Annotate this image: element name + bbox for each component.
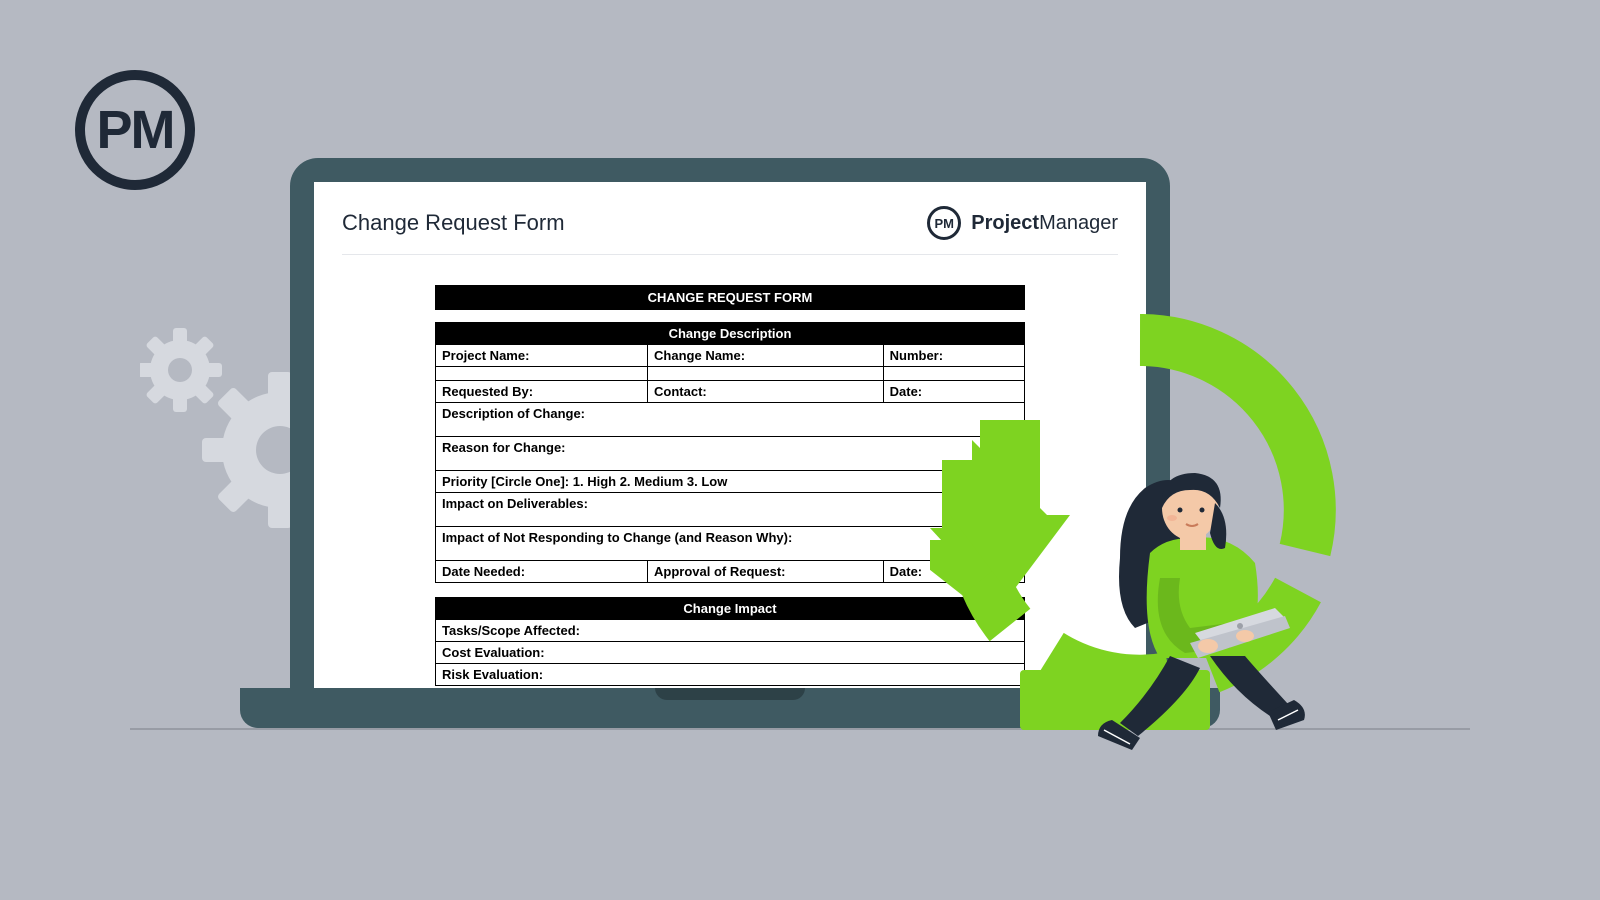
brand-badge: PM ProjectManager <box>927 206 1118 240</box>
document-title: Change Request Form <box>342 210 565 236</box>
arrow-head-icon <box>940 420 1080 620</box>
field-project-name: Project Name: <box>436 345 648 367</box>
brand-text: ProjectManager <box>971 212 1118 235</box>
field-change-name: Change Name: <box>648 345 884 367</box>
pm-logo-text: PM <box>97 99 174 161</box>
field-approval: Approval of Request: <box>648 561 884 583</box>
person-with-laptop-icon <box>1090 458 1350 758</box>
pm-logo-corner: PM <box>75 70 195 190</box>
field-requested-by: Requested By: <box>436 381 648 403</box>
field-contact: Contact: <box>648 381 884 403</box>
field-date-needed: Date Needed: <box>436 561 648 583</box>
document-header: Change Request Form PM ProjectManager <box>342 206 1118 255</box>
brand-circle-icon: PM <box>927 206 961 240</box>
laptop-notch <box>655 688 805 700</box>
